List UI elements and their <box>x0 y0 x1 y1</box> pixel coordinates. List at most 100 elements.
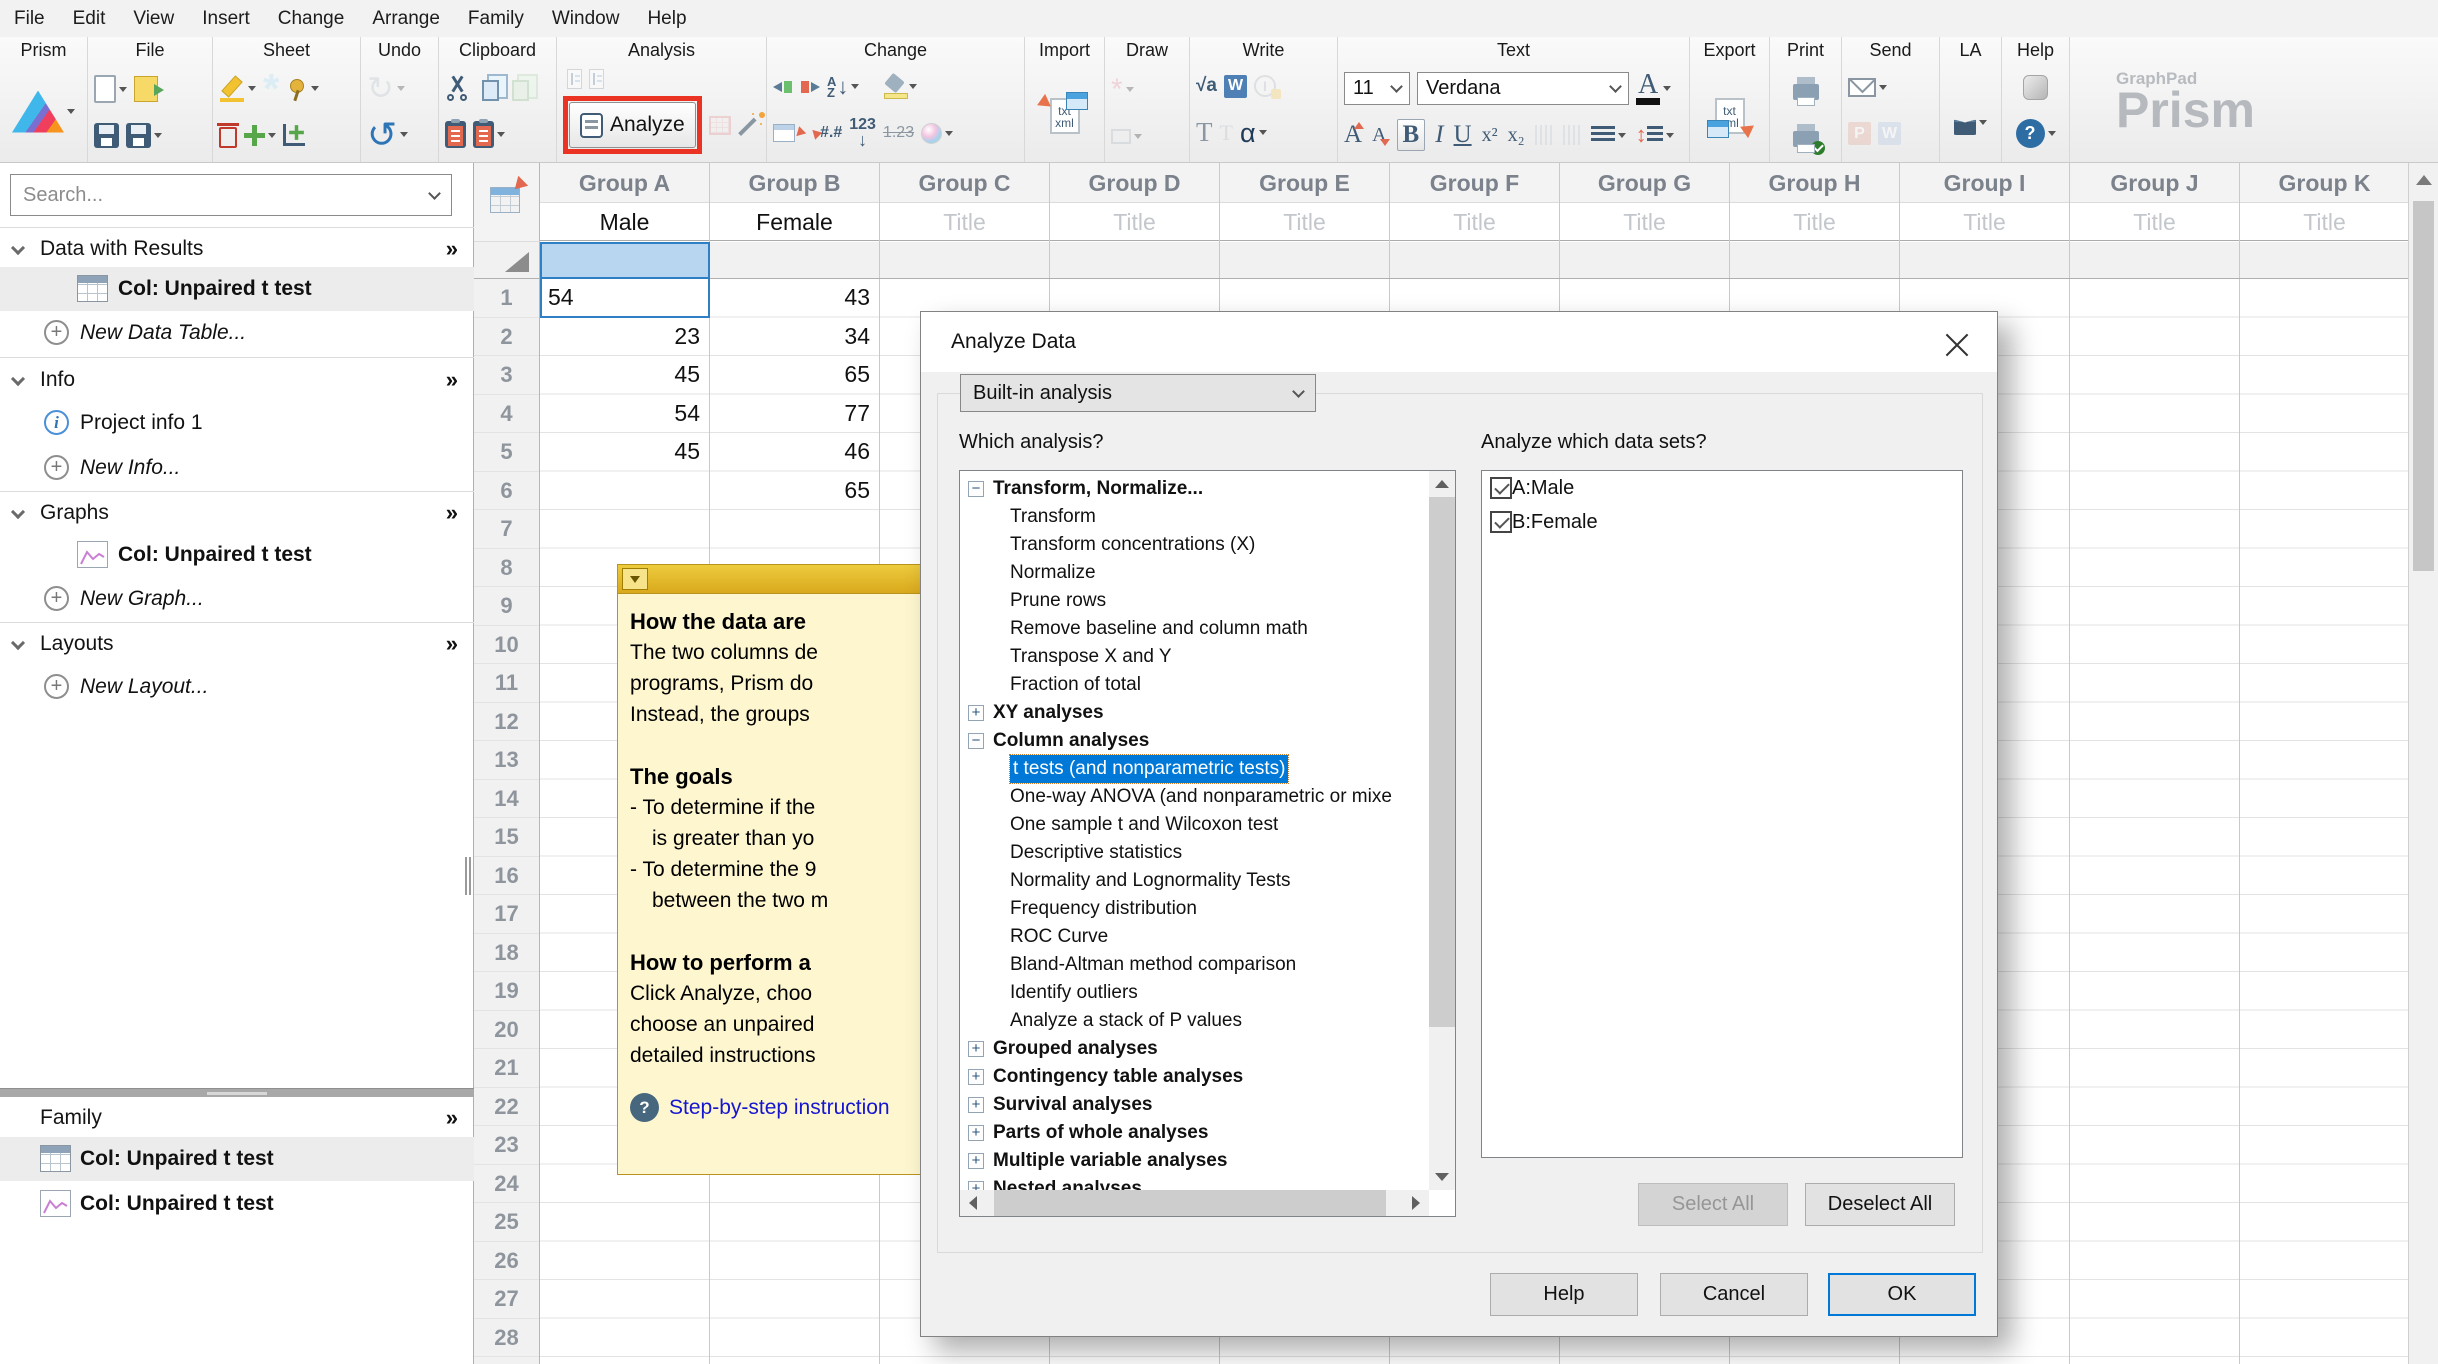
table-cell[interactable]: 43 <box>710 279 880 318</box>
tree-expander-icon[interactable]: − <box>968 733 984 749</box>
analysis-tree-item[interactable]: Fraction of total <box>962 671 1429 699</box>
menu-item[interactable]: View <box>119 0 188 37</box>
table-cell[interactable]: 77 <box>710 395 880 434</box>
analysis-tree-item[interactable]: Identify outliers <box>962 979 1429 1007</box>
menu-item[interactable]: Edit <box>59 0 120 37</box>
note-menu-button[interactable] <box>622 568 648 590</box>
scrollbar-thumb[interactable] <box>1429 497 1455 1027</box>
row-number[interactable]: 3 <box>474 356 539 395</box>
draw-star-button[interactable]: * <box>1111 74 1134 104</box>
send-powerpoint-button[interactable]: P <box>1848 122 1871 146</box>
row-number[interactable]: 4 <box>474 395 539 433</box>
analysis-tree-item[interactable]: Remove baseline and column math <box>962 615 1429 643</box>
scroll-right-icon[interactable] <box>1412 1196 1420 1210</box>
sidebar-section-data[interactable]: Data with Results » <box>0 230 474 268</box>
align-button[interactable] <box>1590 126 1626 144</box>
insert-left-button[interactable] <box>773 80 793 93</box>
apply-analysis-button[interactable] <box>708 115 731 135</box>
help-button[interactable]: Help <box>1490 1273 1638 1316</box>
subscript-button[interactable]: x₂ <box>1508 120 1525 150</box>
menu-item[interactable]: Insert <box>188 0 264 37</box>
decimal-format-button[interactable]: #.# <box>808 125 842 141</box>
deselect-all-button[interactable]: Deselect All <box>1805 1183 1955 1226</box>
row-number[interactable]: 17 <box>474 895 539 934</box>
cut-button[interactable] <box>445 75 469 101</box>
analysis-tree-item[interactable]: + Grouped analyses <box>962 1035 1429 1063</box>
undo-button[interactable]: ↺ <box>367 116 409 152</box>
print-preview-button[interactable] <box>1792 123 1825 155</box>
sidebar-item-project-info[interactable]: i Project info 1 <box>0 401 474 445</box>
superscript-button[interactable]: x² <box>1482 120 1498 150</box>
row-number[interactable]: 26 <box>474 1242 539 1280</box>
analyze-button[interactable]: Analyze <box>569 102 696 149</box>
checkbox-checked-icon[interactable] <box>1490 511 1512 533</box>
pin-sheet-button[interactable] <box>286 77 320 101</box>
sidebar-item-new-graph[interactable]: + New Graph... <box>0 577 474 620</box>
sidebar-item-graph[interactable]: Col: Unpaired t test <box>0 533 474 577</box>
family-splitter[interactable] <box>0 1088 474 1097</box>
row-number[interactable]: 25 <box>474 1203 539 1242</box>
group-subtitle[interactable]: Title <box>1220 203 1389 241</box>
section-more-icon[interactable]: » <box>446 625 458 663</box>
menu-item[interactable]: Family <box>454 0 538 37</box>
prism-tip-button[interactable] <box>2023 74 2048 100</box>
copy-button[interactable] <box>476 73 508 101</box>
send-word-button[interactable]: W <box>1878 122 1901 146</box>
table-cell[interactable]: 65 <box>710 356 880 395</box>
increase-font-button[interactable]: A <box>1344 120 1365 150</box>
search-input[interactable]: Search... <box>10 174 452 216</box>
font-color-button[interactable]: A <box>1636 71 1672 105</box>
duplicate-button[interactable] <box>506 73 538 101</box>
equation-button[interactable]: √a <box>1196 75 1217 97</box>
row-number[interactable]: 6 <box>474 472 539 510</box>
family-item-data-table[interactable]: Col: Unpaired t test <box>0 1137 474 1181</box>
analysis-tree-item[interactable]: + Multiple variable analyses <box>962 1147 1429 1175</box>
group-subtitle[interactable]: Title <box>1050 203 1219 241</box>
section-more-icon[interactable]: » <box>446 230 458 268</box>
table-cell[interactable]: 65 <box>710 472 880 511</box>
change-table-format-button[interactable] <box>773 124 807 143</box>
row-number[interactable]: 16 <box>474 857 539 895</box>
row-number[interactable]: 21 <box>474 1049 539 1088</box>
sidebar-section-graphs[interactable]: Graphs » <box>0 494 474 532</box>
close-icon[interactable] <box>1945 330 1969 354</box>
scroll-left-icon[interactable] <box>969 1196 977 1210</box>
scrollbar-thumb[interactable] <box>2413 201 2434 571</box>
analysis-tree-item[interactable]: + Contingency table analyses <box>962 1063 1429 1091</box>
note-title-bar[interactable] <box>618 565 926 594</box>
color-scheme-button[interactable] <box>921 122 954 144</box>
fill-color-button[interactable] <box>884 75 918 99</box>
row-number[interactable]: 15 <box>474 818 539 857</box>
tree-expander-icon[interactable]: + <box>968 705 984 721</box>
scrollbar-thumb[interactable] <box>994 1190 1386 1216</box>
group-subtitle[interactable]: Male <box>540 203 709 241</box>
analysis-type-select[interactable]: Built-in analysis <box>960 374 1316 412</box>
word-button[interactable]: W <box>1224 74 1247 98</box>
row-number[interactable]: 2 <box>474 318 539 356</box>
save-button[interactable] <box>94 123 119 148</box>
dialog-title-bar[interactable]: Analyze Data <box>921 312 1997 372</box>
analysis-tree-item[interactable]: Frequency distribution <box>962 895 1429 923</box>
analysis-tree-item[interactable]: Normalize <box>962 559 1429 587</box>
tree-vertical-scrollbar[interactable] <box>1429 471 1455 1190</box>
kerning-left-button[interactable] <box>1534 125 1553 145</box>
font-family-select[interactable]: Verdana <box>1417 72 1629 105</box>
table-corner-cell[interactable] <box>474 163 540 242</box>
save-as-button[interactable] <box>126 123 162 148</box>
section-more-icon[interactable]: » <box>446 361 458 399</box>
row-number[interactable]: 29 <box>474 1357 539 1364</box>
section-more-icon[interactable]: » <box>446 1099 458 1137</box>
tree-expander-icon[interactable]: + <box>968 1125 984 1141</box>
more-decimals-button[interactable]: 123 ↓ <box>849 117 876 150</box>
table-cell[interactable]: 23 <box>540 318 710 357</box>
row-number[interactable]: 14 <box>474 780 539 818</box>
table-cell[interactable]: 45 <box>540 433 710 472</box>
ok-button[interactable]: OK <box>1828 1273 1976 1316</box>
row-number[interactable]: 20 <box>474 1011 539 1049</box>
greek-button[interactable]: α <box>1240 119 1267 146</box>
analysis-tree-item[interactable]: Bland-Altman method comparison <box>962 951 1429 979</box>
active-cell[interactable]: 54 <box>540 279 710 318</box>
paste-special-button[interactable] <box>473 119 505 148</box>
table-vertical-scrollbar[interactable] <box>2408 163 2438 1364</box>
kerning-right-button[interactable] <box>1562 125 1581 145</box>
